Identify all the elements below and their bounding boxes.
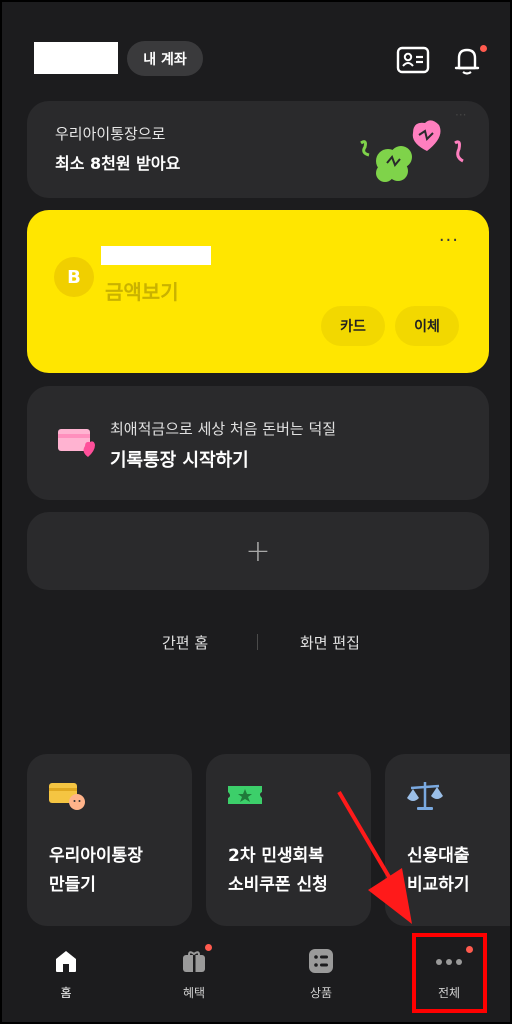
bell-icon[interactable]	[450, 43, 487, 77]
highlight-box	[412, 933, 487, 1013]
nav-label: 홈	[60, 986, 72, 1000]
more-options-icon[interactable]: ···	[439, 230, 459, 251]
simple-home-link[interactable]: 간편 홈	[162, 632, 208, 653]
coupon-star-icon	[228, 786, 262, 804]
my-account-button[interactable]: 내 계좌	[127, 41, 203, 76]
promo-banner[interactable]: 우리아이통장으로 최소 8천원 받아요 ···	[27, 101, 489, 198]
tile-line-2: 비교하기	[407, 875, 470, 895]
bank-logo: B	[54, 257, 94, 297]
record-savings-banner[interactable]: 최애적금으로 세상 처음 돈버는 덕질 기록통장 시작하기	[27, 386, 489, 500]
tile-text: 신용대출 비교하기	[407, 842, 470, 900]
id-card-icon[interactable]	[396, 43, 430, 77]
view-amount-button[interactable]: 금액보기	[105, 276, 179, 305]
hearts-illustration-icon: ···	[360, 113, 466, 182]
tile-text: 2차 민생회복 소비쿠폰 신청	[228, 842, 328, 900]
list-icon	[308, 948, 334, 974]
account-name-redacted	[101, 246, 211, 265]
notification-dot	[480, 45, 487, 52]
nav-benefits[interactable]: 혜택	[154, 944, 234, 1001]
promo-line-1: 우리아이통장으로	[55, 125, 166, 143]
nav-products[interactable]: 상품	[281, 948, 361, 1001]
plus-icon: +	[245, 534, 271, 569]
tile-line-2: 소비쿠폰 신청	[228, 875, 328, 895]
add-item-card[interactable]: +	[27, 512, 489, 590]
tile-line-1: 우리아이통장	[49, 846, 143, 866]
promo-line-2: 최소 8천원 받아요	[55, 154, 181, 173]
svg-text:···: ···	[455, 113, 466, 122]
tile-line-2: 만들기	[49, 875, 96, 895]
record-line-2: 기록통장 시작하기	[110, 450, 249, 471]
tile-kids-account[interactable]: 우리아이통장 만들기	[27, 754, 192, 926]
tile-credit-loan[interactable]: 신용대출 비교하기	[385, 754, 510, 926]
record-line-1: 최애적금으로 세상 처음 돈버는 덕질	[110, 420, 337, 438]
user-name-redacted	[34, 42, 118, 74]
edit-screen-link[interactable]: 화면 편집	[300, 632, 360, 653]
tile-text: 우리아이통장 만들기	[49, 842, 143, 900]
nav-home[interactable]: 홈	[26, 948, 106, 1001]
nav-label: 상품	[309, 986, 333, 1000]
tile-coupon[interactable]: 2차 민생회복 소비쿠폰 신청	[206, 754, 371, 926]
tile-line-1: 신용대출	[407, 846, 470, 866]
gift-icon	[181, 944, 212, 974]
nav-label: 혜택	[182, 986, 206, 1000]
account-card[interactable]: B 금액보기 ··· 카드 이체	[27, 210, 489, 373]
card-baby-icon	[49, 783, 85, 810]
pink-card-heart-icon	[58, 429, 95, 457]
tile-line-1: 2차 민생회복	[228, 846, 324, 866]
app-screen: 내 계좌 우리아이통장으로 최소 8천원 받아요 ··· B 금액보기 ··· …	[0, 0, 512, 1024]
scale-icon	[407, 782, 443, 810]
divider	[257, 634, 258, 650]
notification-dot	[205, 944, 212, 951]
transfer-button[interactable]: 이체	[395, 306, 459, 346]
home-icon	[53, 948, 79, 974]
card-button[interactable]: 카드	[321, 306, 385, 346]
